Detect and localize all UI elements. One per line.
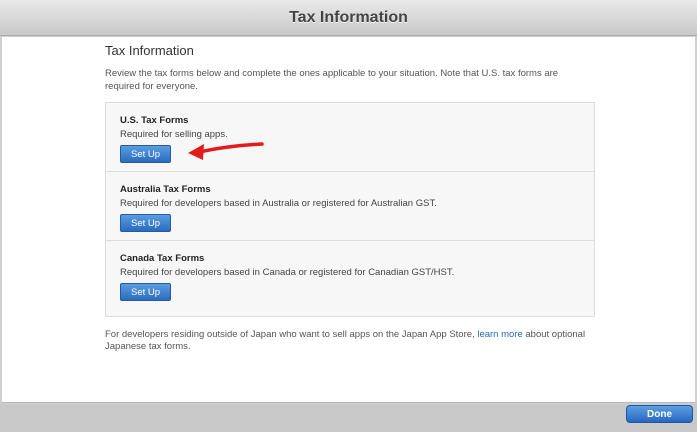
japan-tax-note: For developers residing outside of Japan… <box>105 329 595 353</box>
intro-text: Review the tax forms below and complete … <box>105 68 559 92</box>
bottom-bar: Done <box>0 404 697 432</box>
us-setup-button[interactable]: Set Up <box>120 145 172 163</box>
canada-setup-button[interactable]: Set Up <box>120 283 172 301</box>
form-title: U.S. Tax Forms <box>120 115 189 126</box>
learn-more-link[interactable]: learn more <box>477 329 522 340</box>
window-titlebar: Tax Information <box>0 0 697 36</box>
arrow-shaft <box>198 142 264 154</box>
form-description: Required for developers based in Austral… <box>120 198 437 209</box>
canada-tax-forms-section: Canada Tax Forms Required for developers… <box>106 241 594 316</box>
australia-setup-button[interactable]: Set Up <box>120 214 172 232</box>
form-title: Canada Tax Forms <box>120 253 205 264</box>
australia-tax-forms-section: Australia Tax Forms Required for develop… <box>106 172 594 241</box>
arrow-head <box>188 144 204 160</box>
us-tax-forms-section: U.S. Tax Forms Required for selling apps… <box>106 103 594 172</box>
form-title: Australia Tax Forms <box>120 184 211 195</box>
note-text: For developers residing outside of Japan… <box>105 329 478 340</box>
form-description: Required for developers based in Canada … <box>120 267 455 278</box>
done-button[interactable]: Done <box>626 405 693 423</box>
window-title: Tax Information <box>289 8 408 26</box>
tax-info-panel: Tax Information Review the tax forms bel… <box>105 43 595 353</box>
form-description: Required for selling apps. <box>120 129 228 140</box>
page-title: Tax Information <box>105 43 194 58</box>
content-area: Tax Information Review the tax forms bel… <box>2 37 695 403</box>
tax-forms-list: U.S. Tax Forms Required for selling apps… <box>105 102 595 317</box>
red-arrow-icon <box>188 142 264 160</box>
